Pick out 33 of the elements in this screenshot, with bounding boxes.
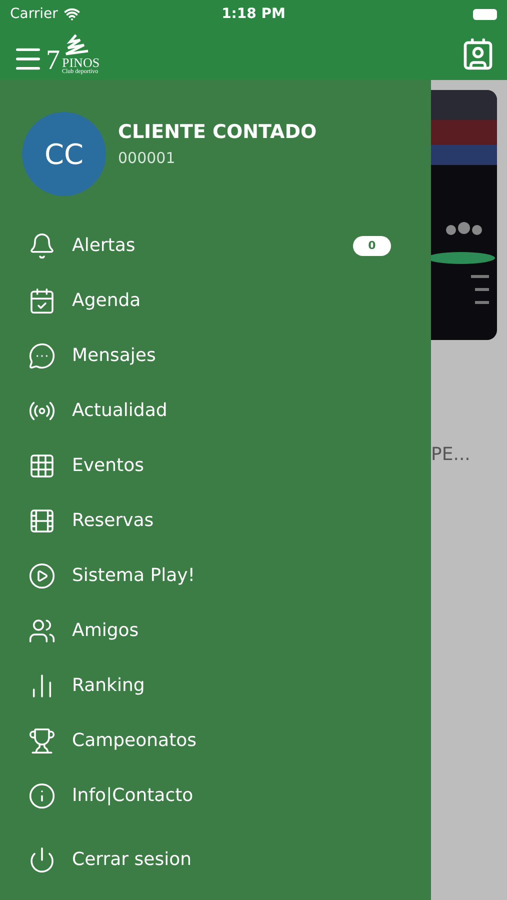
menu-item[interactable]: Amigos [72, 620, 431, 641]
menu-item[interactable]: Eventos [72, 455, 431, 476]
profile-name: CLIENTE CONTADO [118, 121, 317, 143]
count-badge: 0 [353, 236, 391, 256]
logo-name: PINOS [62, 56, 100, 68]
battery-icon [473, 8, 498, 20]
logo-number: 7 [46, 46, 60, 74]
menu-item[interactable]: Agenda [72, 290, 431, 311]
wifi-icon [64, 6, 80, 22]
menu-item[interactable]: Campeonatos [72, 730, 431, 751]
menu-item[interactable]: Cerrar sesion [72, 849, 431, 870]
menu-item[interactable]: Alertas [72, 235, 337, 256]
chat-icon [28, 342, 56, 370]
people-icon [28, 616, 56, 644]
menu-item[interactable]: Mensajes [72, 345, 431, 366]
id-card-icon[interactable] [461, 37, 495, 71]
menu-item[interactable]: Ranking [72, 675, 431, 696]
info-icon [28, 782, 56, 810]
avatar: CC [22, 112, 106, 196]
carrier-name: Carrier [10, 6, 58, 22]
calendar-icon [28, 286, 56, 314]
bell-icon [28, 232, 56, 260]
menu-item[interactable]: Reservas [72, 510, 431, 531]
truncated-text: PE... [431, 444, 472, 465]
menu-item[interactable]: Actualidad [72, 400, 431, 421]
trophy-icon [28, 726, 56, 754]
menu-item[interactable]: Info|Contacto [72, 785, 431, 806]
menu-item[interactable]: Sistema Play! [72, 565, 431, 586]
status-time: 1:18 PM [222, 6, 286, 22]
profile-code: 000001 [118, 149, 176, 167]
play-icon [28, 562, 56, 590]
power-icon [28, 846, 56, 874]
film-icon [28, 506, 56, 534]
